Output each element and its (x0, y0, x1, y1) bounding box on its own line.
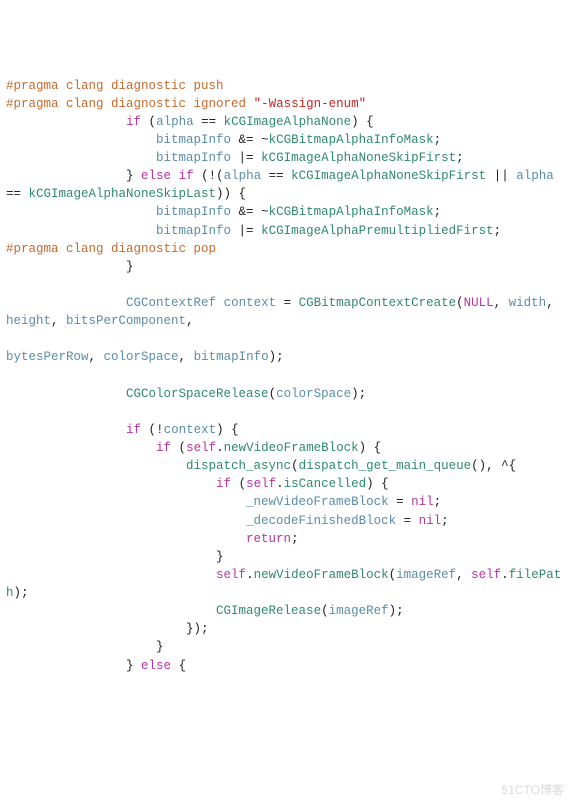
code-block: #pragma clang diagnostic push #pragma cl… (6, 77, 566, 675)
nil-keyword: nil (419, 514, 442, 528)
enum-constant: kCGBitmapAlphaInfoMask (269, 205, 434, 219)
function-call: CGBitmapContextCreate (299, 296, 457, 310)
property: fileP (509, 568, 547, 582)
indent (6, 115, 126, 129)
if-keyword: if (216, 477, 231, 491)
self-keyword: self (246, 477, 276, 491)
identifier: _decodeFinishedBlock (246, 514, 396, 528)
identifier: imageRef (396, 568, 456, 582)
identifier: imageRef (329, 604, 389, 618)
self-keyword: self (186, 441, 216, 455)
brace: }); (6, 622, 209, 636)
pragma-keyword: #pragma (6, 242, 59, 256)
identifier: alpha (156, 115, 194, 129)
identifier: bitmapInfo (156, 205, 231, 219)
function-call: CGColorSpaceRelease (126, 387, 269, 401)
pragma-keyword: #pragma (6, 79, 59, 93)
self-keyword: self (471, 568, 501, 582)
pragma-text: clang diagnostic pop (59, 242, 217, 256)
property: newVideoFrameBlock (254, 568, 389, 582)
enum-constant: kCGImageAlphaNoneSkipFirst (291, 169, 486, 183)
brace: } (6, 550, 224, 564)
identifier: _newVideoFrameBlock (246, 495, 389, 509)
block-caret: ^ (501, 459, 509, 473)
null-keyword: NULL (464, 296, 494, 310)
else-keyword: else (141, 169, 171, 183)
pragma-keyword: #pragma (6, 97, 59, 111)
identifier: alpha (224, 169, 262, 183)
enum-constant: kCGImageAlphaNoneSkipLast (29, 187, 217, 201)
property: newVideoFrameBlock (224, 441, 359, 455)
if-keyword: if (126, 115, 141, 129)
identifier: bitmapInfo (194, 350, 269, 364)
brace: } (6, 260, 134, 274)
enum-constant: kCGImageAlphaPremultipliedFirst (261, 224, 494, 238)
identifier: colorSpace (104, 350, 179, 364)
identifier: height (6, 314, 51, 328)
identifier: bytesPerRow (6, 350, 89, 364)
identifier: bitmapInfo (156, 151, 231, 165)
identifier: bitmapInfo (156, 133, 231, 147)
function-call: CGImageRelease (216, 604, 321, 618)
identifier: bitmapInfo (156, 224, 231, 238)
self-keyword: self (216, 568, 246, 582)
enum-constant: kCGImageAlphaNone (224, 115, 352, 129)
if-keyword: if (126, 423, 141, 437)
return-keyword: return (246, 532, 291, 546)
identifier: context (164, 423, 217, 437)
else-keyword: else (141, 659, 171, 673)
property: isCancelled (284, 477, 367, 491)
pragma-text: clang diagnostic push (59, 79, 224, 93)
watermark-text: 51CTO博客 (502, 782, 564, 799)
if-keyword: if (156, 441, 171, 455)
string-literal: "-Wassign-enum" (254, 97, 367, 111)
identifier: alpha (516, 169, 554, 183)
identifier: width (509, 296, 547, 310)
nil-keyword: nil (411, 495, 434, 509)
identifier: context (224, 296, 277, 310)
identifier: bitsPerComponent (66, 314, 186, 328)
function-call: dispatch_async (186, 459, 291, 473)
identifier: colorSpace (276, 387, 351, 401)
enum-constant: kCGBitmapAlphaInfoMask (269, 133, 434, 147)
pragma-text: clang diagnostic ignored (59, 97, 254, 111)
brace: } (6, 640, 164, 654)
enum-constant: kCGImageAlphaNoneSkipFirst (261, 151, 456, 165)
if-keyword: if (179, 169, 194, 183)
function-call: dispatch_get_main_queue (299, 459, 472, 473)
type-name: CGContextRef (126, 296, 216, 310)
